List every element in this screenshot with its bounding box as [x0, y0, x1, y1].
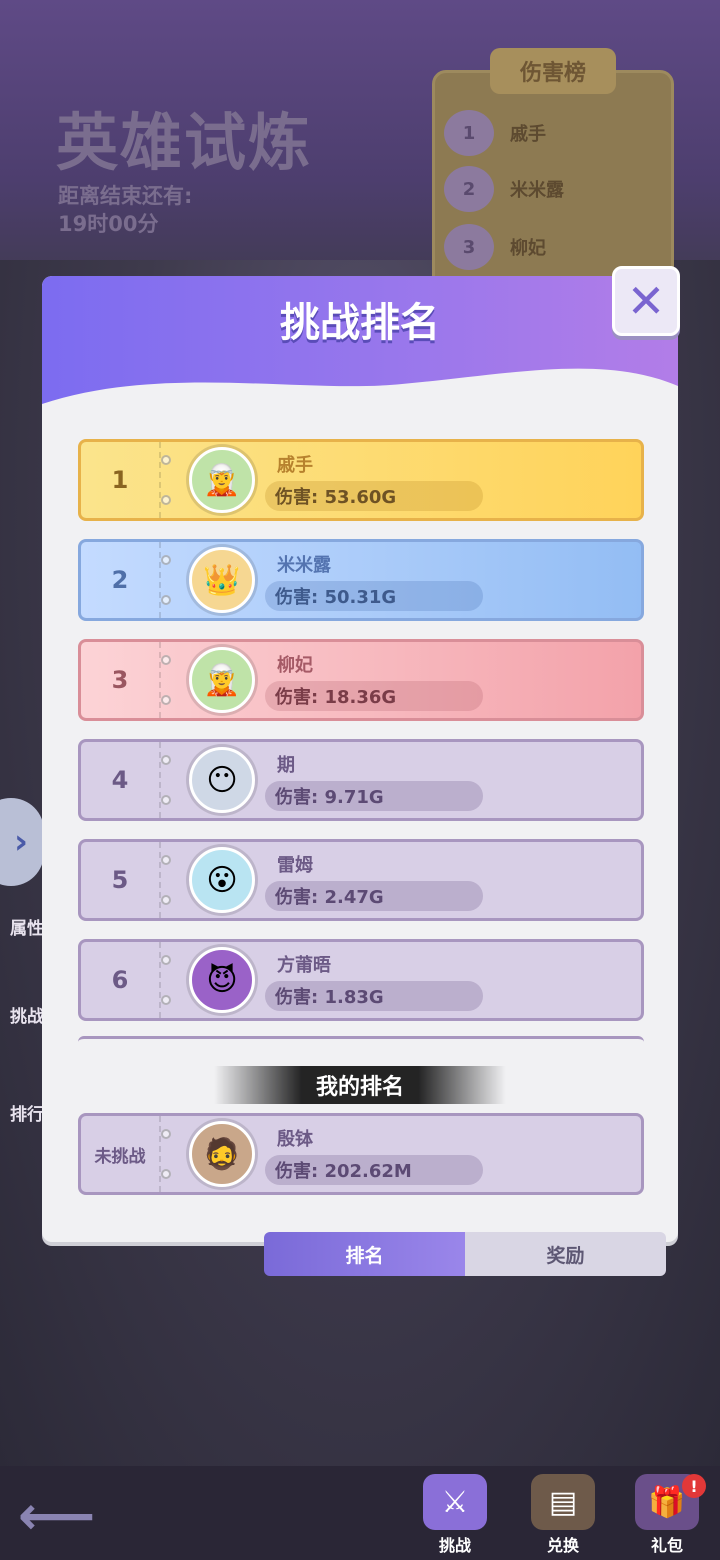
- chevron-right-icon: ›: [13, 822, 28, 862]
- ranking-row[interactable]: 5 😮 雷姆 伤害: 2.47G: [78, 839, 644, 921]
- player-name: 方莆晤: [277, 955, 331, 976]
- nav-challenge-button[interactable]: ⚔ 挑战: [414, 1470, 496, 1556]
- avatar: 🧝: [189, 447, 255, 513]
- side-menu-ranking[interactable]: 排行: [10, 1100, 44, 1125]
- avatar: 😶: [189, 747, 255, 813]
- damage-board-row: 1 戚手: [444, 108, 664, 158]
- damage-value: 伤害: 18.36G: [265, 681, 483, 711]
- notification-badge: !: [682, 1474, 706, 1498]
- damage-board-name: 戚手: [510, 124, 546, 145]
- rank-number: 4: [81, 742, 161, 818]
- my-ranking-row[interactable]: 未挑战 🧔 殷钵 伤害: 202.62M: [78, 1113, 644, 1195]
- list-scroll-edge: [78, 1036, 644, 1042]
- nav-exchange-label: 兑换: [546, 1536, 579, 1555]
- tab-bar: 排名 奖励: [264, 1232, 666, 1276]
- damage-value: 伤害: 202.62M: [265, 1155, 483, 1185]
- countdown: 距离结束还有: 19时00分: [58, 182, 192, 238]
- rank-number: 5: [81, 842, 161, 918]
- nav-gift-button[interactable]: 🎁 礼包 !: [626, 1470, 708, 1556]
- player-name: 米米露: [277, 555, 331, 576]
- bottom-bar: [0, 1466, 720, 1560]
- modal-title: 挑战排名: [280, 300, 440, 346]
- close-icon: ✕: [626, 274, 666, 328]
- player-name: 雷姆: [277, 855, 313, 876]
- rank-number: 未挑战: [81, 1116, 161, 1192]
- ranking-modal: 挑战排名 1 🧝 戚手 伤害: 53.60G 2 👑 米米露 伤害: 50.31…: [42, 276, 678, 1242]
- nav-exchange-button[interactable]: ▤ 兑换: [522, 1470, 604, 1556]
- side-menu-challenge[interactable]: 挑战: [10, 1002, 44, 1027]
- countdown-value: 19时00分: [58, 212, 159, 236]
- player-name: 殷钵: [277, 1129, 313, 1150]
- nav-gift-label: 礼包: [650, 1536, 683, 1555]
- back-arrow-icon[interactable]: ⟵: [18, 1484, 95, 1547]
- rank-badge-icon: 1: [444, 110, 494, 156]
- rank-number: 6: [81, 942, 161, 1018]
- avatar: 🧔: [189, 1121, 255, 1187]
- close-button[interactable]: ✕: [612, 266, 680, 336]
- damage-board-row: 2 米米露: [444, 164, 664, 214]
- rank-number: 2: [81, 542, 161, 618]
- player-name: 期: [277, 755, 295, 776]
- damage-value: 伤害: 50.31G: [265, 581, 483, 611]
- countdown-label: 距离结束还有:: [58, 184, 193, 208]
- damage-value: 伤害: 53.60G: [265, 481, 483, 511]
- ticket-holes: [161, 855, 173, 905]
- ranking-row[interactable]: 4 😶 期 伤害: 9.71G: [78, 739, 644, 821]
- ticket-holes: [161, 955, 173, 1005]
- shop-icon: ▤: [531, 1474, 595, 1530]
- avatar: 😈: [189, 947, 255, 1013]
- avatar: 🧝: [189, 647, 255, 713]
- rank-badge-icon: 2: [444, 166, 494, 212]
- damage-value: 伤害: 2.47G: [265, 881, 483, 911]
- damage-board-name: 柳妃: [510, 238, 546, 259]
- side-expand-button[interactable]: ›: [0, 798, 44, 886]
- damage-board-row: 3 柳妃: [444, 222, 664, 272]
- avatar: 👑: [189, 547, 255, 613]
- header-wave: [42, 368, 678, 434]
- player-name: 柳妃: [277, 655, 313, 676]
- event-title: 英雄试炼: [56, 106, 313, 179]
- ticket-holes: [161, 755, 173, 805]
- nav-challenge-label: 挑战: [438, 1536, 471, 1555]
- rank-number: 1: [81, 442, 161, 518]
- damage-value: 伤害: 9.71G: [265, 781, 483, 811]
- ranking-row[interactable]: 3 🧝 柳妃 伤害: 18.36G: [78, 639, 644, 721]
- ticket-holes: [161, 555, 173, 605]
- ranking-row[interactable]: 1 🧝 戚手 伤害: 53.60G: [78, 439, 644, 521]
- damage-board-title: 伤害榜: [490, 48, 616, 94]
- tab-rewards[interactable]: 奖励: [465, 1232, 666, 1276]
- damage-board-name: 米米露: [510, 180, 564, 201]
- ticket-holes: [161, 655, 173, 705]
- ticket-holes: [161, 455, 173, 505]
- ranking-row[interactable]: 6 😈 方莆晤 伤害: 1.83G: [78, 939, 644, 1021]
- swords-icon: ⚔: [423, 1474, 487, 1530]
- damage-value: 伤害: 1.83G: [265, 981, 483, 1011]
- rank-number: 3: [81, 642, 161, 718]
- rank-badge-icon: 3: [444, 224, 494, 270]
- ticket-holes: [161, 1129, 173, 1179]
- player-name: 戚手: [277, 455, 313, 476]
- tab-ranking[interactable]: 排名: [264, 1232, 465, 1276]
- side-menu-attributes[interactable]: 属性: [10, 914, 44, 939]
- ranking-row[interactable]: 2 👑 米米露 伤害: 50.31G: [78, 539, 644, 621]
- avatar: 😮: [189, 847, 255, 913]
- my-rank-label: 我的排名: [214, 1066, 506, 1104]
